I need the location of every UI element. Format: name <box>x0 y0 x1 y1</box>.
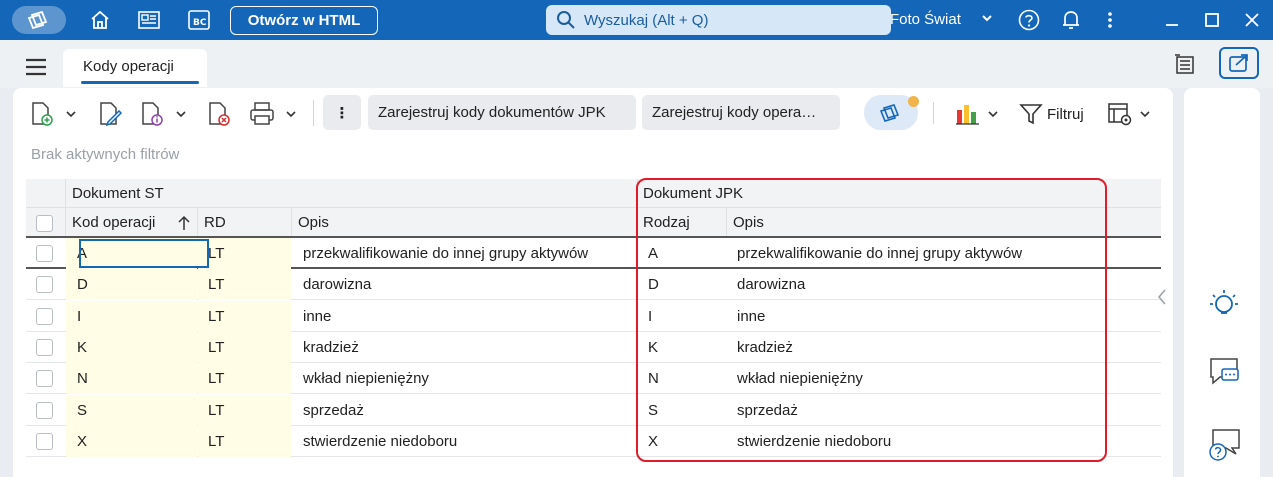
page-list-icon[interactable] <box>1174 54 1198 81</box>
cell-code[interactable]: D <box>66 269 197 301</box>
more-vert-icon[interactable] <box>1098 8 1122 32</box>
new-document-button[interactable] <box>28 100 78 128</box>
title-bar: BC Otwórz w HTML Wyszukaj (Alt + Q) Foto… <box>0 0 1273 40</box>
cell-rd[interactable]: LT <box>198 363 291 395</box>
search-input[interactable]: Wyszukaj (Alt + Q) <box>546 5 891 35</box>
cell-rd[interactable]: LT <box>198 300 291 332</box>
chevron-down-icon[interactable] <box>980 11 994 30</box>
sort-ascending-icon[interactable] <box>176 214 192 236</box>
cell-code[interactable]: S <box>66 394 197 426</box>
cell-code[interactable]: K <box>66 331 197 363</box>
help-chat-icon[interactable] <box>1208 426 1240 461</box>
filter-button[interactable]: Filtruj <box>1019 100 1084 128</box>
collapse-pane-button[interactable] <box>1151 282 1173 312</box>
cell-rd[interactable]: LT <box>198 269 291 301</box>
chart-button[interactable] <box>954 100 1000 128</box>
document-info-icon <box>142 102 163 126</box>
search-placeholder: Wyszukaj (Alt + Q) <box>584 11 709 29</box>
row-checkbox[interactable] <box>36 432 53 450</box>
register-jpk-doc-codes-button[interactable]: Zarejestruj kody dokumentów JPK <box>368 95 636 130</box>
select-all-checkbox[interactable] <box>36 215 53 232</box>
edit-document-button[interactable] <box>96 100 124 128</box>
document-info-button[interactable] <box>138 100 188 128</box>
row-checkbox[interactable] <box>36 338 53 356</box>
filter-status: Brak aktywnych filtrów <box>31 146 180 163</box>
chevron-down-icon[interactable] <box>64 107 78 121</box>
cell-rd[interactable]: LT <box>198 331 291 363</box>
print-button[interactable] <box>248 100 298 128</box>
copilot-icon <box>879 103 900 122</box>
filter-label: Filtruj <box>1047 105 1084 123</box>
open-in-html-button[interactable]: Otwórz w HTML <box>230 6 378 35</box>
cell-desc[interactable]: przekwalifikowanie do innej grupy aktywó… <box>292 238 637 269</box>
home-icon[interactable] <box>88 8 112 32</box>
news-icon[interactable] <box>137 8 161 32</box>
bc-icon[interactable]: BC <box>187 8 211 32</box>
printer-icon <box>250 102 274 125</box>
chevron-down-icon[interactable] <box>174 107 188 121</box>
chevron-down-icon[interactable] <box>986 107 1000 121</box>
chevron-down-icon[interactable] <box>1138 107 1152 121</box>
share-button[interactable] <box>1219 47 1259 79</box>
toolbar-divider <box>313 100 314 126</box>
col-header-desc[interactable]: Opis <box>298 214 329 231</box>
delete-document-icon <box>209 102 230 126</box>
tab-bar: Kody operacji <box>0 40 1273 88</box>
group-header-st: Dokument ST <box>72 185 164 202</box>
cell-desc[interactable]: stwierdzenie niedoboru <box>292 426 637 457</box>
cell-desc[interactable]: kradzież <box>292 332 637 363</box>
cell-code[interactable]: X <box>66 425 197 457</box>
help-icon[interactable] <box>1017 8 1041 32</box>
cell-desc[interactable]: wkład niepieniężny <box>292 363 637 394</box>
col-header-rd[interactable]: RD <box>204 214 226 231</box>
delete-document-button[interactable] <box>205 100 233 128</box>
chevron-down-icon[interactable] <box>284 107 298 121</box>
row-checkbox[interactable] <box>36 245 53 262</box>
app-logo-icon[interactable] <box>12 6 66 34</box>
view-settings-icon <box>1108 103 1132 126</box>
tab-kody-operacji[interactable]: Kody operacji <box>63 49 207 87</box>
more-actions-button[interactable]: ⋮ <box>323 95 361 130</box>
chevron-left-icon <box>1158 289 1166 305</box>
cell-code[interactable]: N <box>66 363 197 395</box>
row-checkbox[interactable] <box>36 307 53 325</box>
view-settings-button[interactable] <box>1106 100 1152 128</box>
cell-rd[interactable]: LT <box>198 394 291 426</box>
row-checkbox[interactable] <box>36 401 53 419</box>
notification-dot <box>908 96 919 107</box>
chat-icon[interactable] <box>1208 355 1240 387</box>
new-document-icon <box>32 102 53 126</box>
close-icon[interactable] <box>1240 8 1264 32</box>
minimize-icon[interactable] <box>1160 8 1184 32</box>
cell-rd[interactable]: LT <box>198 238 291 269</box>
tab-label: Kody operacji <box>83 58 174 75</box>
col-header-code[interactable]: Kod operacji <box>72 214 155 231</box>
maximize-icon[interactable] <box>1200 8 1224 32</box>
toolbar-divider <box>933 102 934 124</box>
register-op-codes-button[interactable]: Zarejestruj kody opera… <box>642 95 840 130</box>
share-icon <box>1229 54 1248 72</box>
company-selector[interactable]: Foto Świat <box>890 11 961 28</box>
cell-desc[interactable]: darowizna <box>292 269 637 300</box>
svg-text:BC: BC <box>193 18 207 28</box>
bell-icon[interactable] <box>1059 8 1083 32</box>
cell-desc[interactable]: inne <box>292 301 637 332</box>
row-checkbox[interactable] <box>36 276 53 294</box>
lightbulb-icon[interactable] <box>1208 286 1240 318</box>
filter-icon <box>1019 104 1043 125</box>
bar-chart-icon <box>956 105 979 125</box>
row-checkbox[interactable] <box>36 370 53 388</box>
tab-active-indicator <box>81 81 199 84</box>
edit-document-icon <box>100 102 123 127</box>
cell-rd[interactable]: LT <box>198 425 291 457</box>
copilot-button[interactable] <box>864 95 919 130</box>
search-icon <box>557 11 575 29</box>
right-rail <box>1184 88 1260 477</box>
cell-desc[interactable]: sprzedaż <box>292 395 637 426</box>
cell-focus-indicator <box>79 239 209 268</box>
hamburger-menu-icon[interactable] <box>25 58 47 81</box>
highlight-box <box>636 178 1107 462</box>
cell-code[interactable]: I <box>66 300 197 332</box>
